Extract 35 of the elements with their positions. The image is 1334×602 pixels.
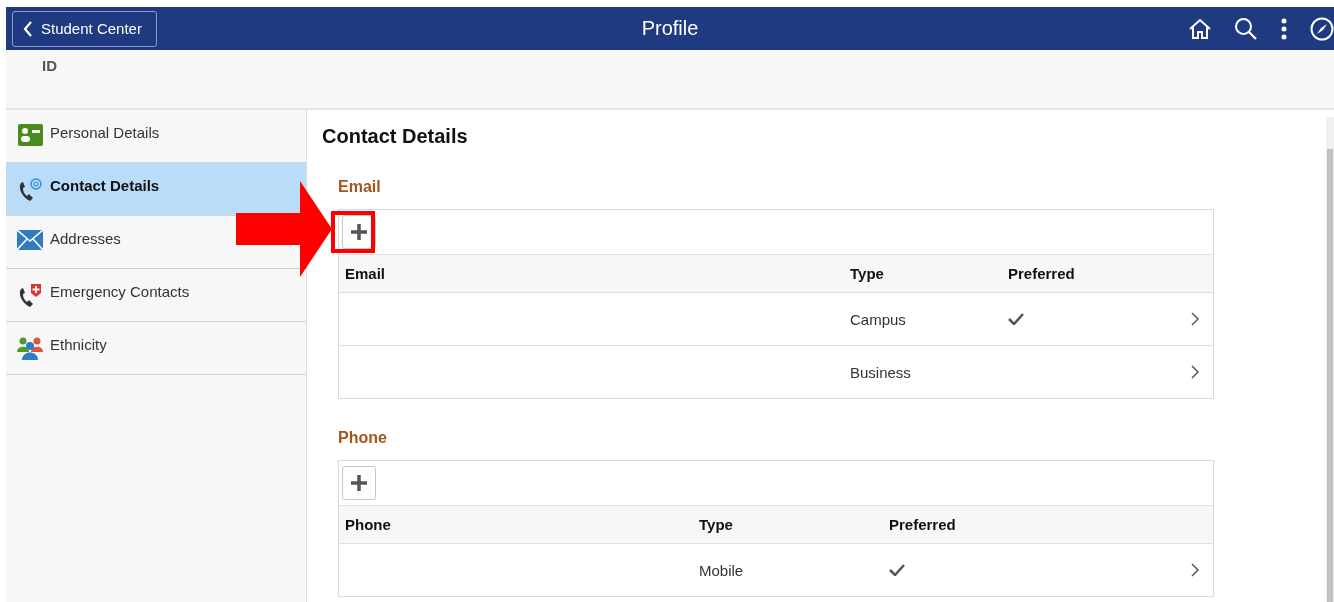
page-header-title: Profile [641,17,699,39]
table-cell: Business [850,363,911,381]
compass-icon[interactable] [1310,16,1334,41]
chevron-right-icon[interactable] [1191,563,1199,577]
group-title: Phone [338,429,387,446]
column-header: Type [850,265,884,282]
table-cell: Mobile [699,561,744,579]
chevron-right-icon[interactable] [1191,365,1199,379]
column-header: Email [345,265,386,282]
id-card-icon [17,124,43,146]
group-title: Email [338,178,381,195]
sidebar-item[interactable]: Addresses [16,230,121,250]
sidebar-item[interactable]: Contact Details [6,163,306,216]
people-icon [17,336,43,360]
sidebar-item[interactable]: Personal Details [16,124,160,146]
chevron-right-icon[interactable] [1191,312,1199,326]
add-button[interactable] [342,466,376,500]
plus-icon [350,223,368,241]
sidebar-item[interactable]: Emergency Contacts [16,283,190,309]
column-header: Preferred [889,516,956,533]
table-cell: Campus [850,310,906,328]
id-label: ID [42,57,57,74]
column-header: Phone [345,516,391,533]
scrollbar[interactable] [1326,117,1334,602]
sidebar-item[interactable]: Ethnicity [16,336,107,360]
back-button[interactable]: Student Center [12,10,157,47]
home-icon[interactable] [1188,17,1212,40]
search-icon[interactable] [1234,16,1258,41]
envelope-icon [17,230,43,250]
more-icon[interactable] [1280,17,1288,40]
section-heading: Contact Details [322,125,469,148]
column-header: Type [699,516,733,533]
chevron-left-icon [23,20,33,37]
plus-icon [350,474,368,492]
column-header: Preferred [1008,265,1075,282]
